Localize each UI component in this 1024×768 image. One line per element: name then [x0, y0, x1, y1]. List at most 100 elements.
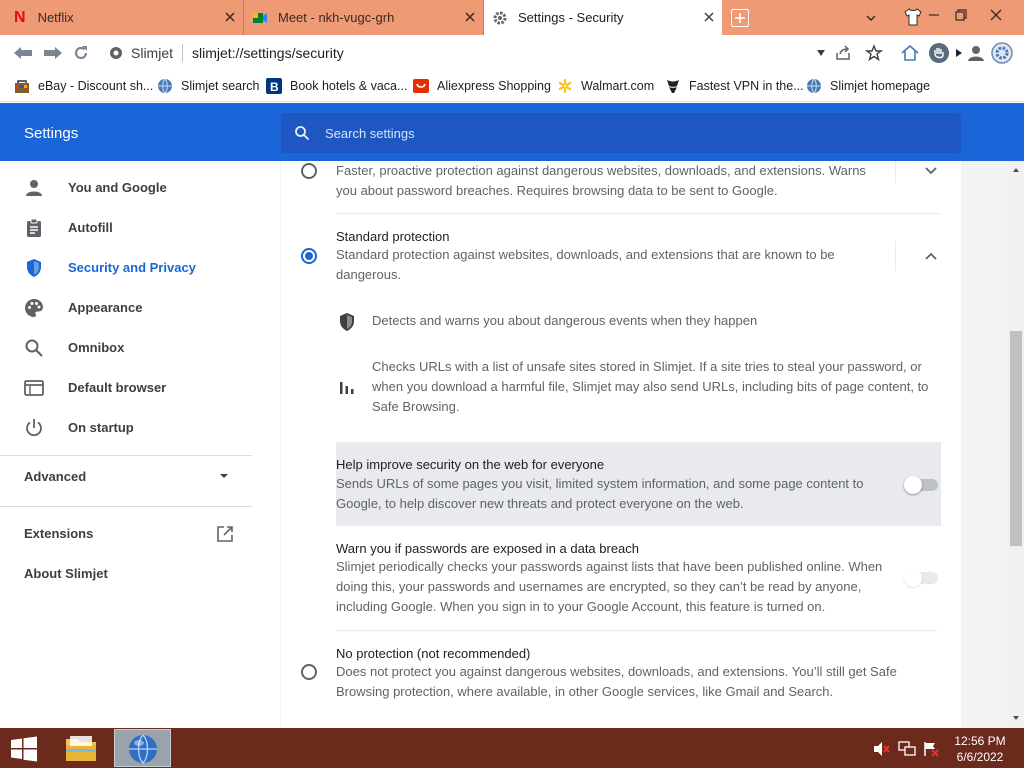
tab-meet[interactable]: Meet - nkh-vugc-grh — [244, 0, 484, 35]
tab-netflix[interactable]: N Netflix — [0, 0, 244, 35]
enhanced-protection-description: Faster, proactive protection against dan… — [336, 163, 866, 198]
detail-checks-urls: Checks URLs with a list of unsafe sites … — [372, 359, 929, 414]
scroll-thumb[interactable] — [1010, 331, 1022, 546]
home-icon[interactable] — [900, 44, 920, 62]
sidebar-item-autofill[interactable]: Autofill — [0, 208, 260, 248]
close-icon[interactable] — [702, 10, 716, 24]
bookmark-ebay[interactable]: eBay - Discount sh... — [14, 78, 153, 94]
sidebar-item-appearance[interactable]: Appearance — [0, 288, 260, 328]
sidebar-item-label: Default browser — [68, 380, 167, 395]
bookmark-slimjet-homepage[interactable]: Slimjet homepage — [806, 78, 930, 94]
window-close-button[interactable] — [985, 4, 1007, 26]
no-protection-radio[interactable] — [301, 664, 317, 680]
help-improve-toggle[interactable] — [904, 476, 938, 494]
adblock-hand-icon[interactable] — [928, 42, 950, 64]
globe-icon — [807, 78, 821, 94]
sidebar-item-about[interactable]: About Slimjet — [0, 554, 252, 594]
site-info-icon[interactable] — [109, 46, 123, 60]
person-icon — [26, 180, 42, 196]
expand-divider — [895, 241, 896, 271]
restore-icon — [955, 9, 967, 21]
sidebar-item-security-and-privacy[interactable]: Security and Privacy — [0, 248, 260, 288]
bookmark-aliexpress[interactable]: Aliexpress Shopping — [413, 78, 551, 94]
close-icon[interactable] — [463, 10, 477, 24]
forward-arrow-icon[interactable] — [42, 45, 64, 61]
file-explorer-icon[interactable] — [64, 733, 98, 763]
play-arrow-icon[interactable] — [955, 48, 963, 58]
chevron-up-icon[interactable] — [924, 251, 938, 261]
clipboard-icon — [27, 218, 41, 237]
shirt-icon[interactable] — [903, 8, 923, 26]
search-input[interactable] — [325, 123, 925, 143]
dropdown-arrow-icon[interactable] — [816, 49, 826, 57]
sidebar-item-label: Security and Privacy — [68, 260, 196, 275]
browser-icon — [24, 380, 44, 396]
chevron-down-icon[interactable] — [924, 166, 938, 176]
sidebar-item-label: Appearance — [68, 300, 143, 315]
external-link-icon — [217, 526, 233, 542]
sidebar-item-label: About Slimjet — [24, 566, 108, 581]
sidebar-item-you-and-google[interactable]: You and Google — [0, 168, 260, 208]
sidebar: You and Google Autofill Security and Pri… — [0, 161, 280, 728]
minimize-button[interactable] — [923, 4, 945, 26]
password-breach-description: Slimjet periodically checks your passwor… — [336, 559, 883, 614]
star-icon[interactable] — [865, 44, 883, 62]
standard-protection-radio[interactable] — [301, 248, 317, 264]
restore-button[interactable] — [950, 4, 972, 26]
bookmark-label: Book hotels & vaca... — [290, 79, 408, 93]
bookmark-walmart[interactable]: Walmart.com — [557, 78, 654, 94]
omnibox-url[interactable]: slimjet://settings/security — [192, 45, 344, 61]
bookmark-label: Walmart.com — [581, 79, 655, 93]
bookmark-vpn[interactable]: Fastest VPN in the... — [665, 78, 804, 94]
enhanced-protection-radio[interactable] — [301, 163, 317, 179]
chevron-down-icon[interactable] — [865, 12, 877, 24]
new-tab-button[interactable] — [731, 9, 749, 27]
sidebar-item-extensions[interactable]: Extensions — [0, 514, 252, 554]
walmart-icon — [558, 78, 572, 94]
help-improve-title: Help improve security on the web for eve… — [336, 457, 605, 472]
ebay-icon — [15, 80, 29, 93]
expand-divider — [895, 161, 896, 183]
password-breach-toggle[interactable] — [904, 569, 938, 587]
help-improve-row[interactable]: Help improve security on the web for eve… — [336, 442, 941, 526]
back-arrow-icon[interactable] — [12, 45, 34, 61]
bar-chart-icon — [340, 382, 354, 394]
system-clock[interactable]: 12:56 PM 6/6/2022 — [948, 733, 1012, 765]
network-icon[interactable] — [898, 741, 916, 757]
toggle-knob — [904, 569, 922, 587]
sidebar-item-advanced[interactable]: Advanced — [0, 456, 252, 496]
bookmark-label: Aliexpress Shopping — [437, 79, 551, 93]
close-icon[interactable] — [223, 10, 237, 24]
taskbar-slimjet-button[interactable] — [114, 729, 171, 767]
row-divider — [336, 213, 941, 214]
search-box[interactable] — [281, 113, 961, 153]
help-improve-description: Sends URLs of some pages you visit, limi… — [336, 476, 864, 511]
share-icon[interactable] — [834, 44, 852, 62]
scroll-down-arrow-icon[interactable] — [1012, 715, 1020, 721]
tab-settings[interactable]: Settings - Security — [484, 0, 722, 35]
sidebar-item-omnibox[interactable]: Omnibox — [0, 328, 260, 368]
bookmark-slimjet-search[interactable]: Slimjet search — [157, 78, 260, 94]
sidebar-item-on-startup[interactable]: On startup — [0, 408, 260, 448]
profile-icon[interactable] — [966, 43, 986, 63]
netflix-icon: N — [14, 8, 26, 26]
menu-gear-icon[interactable] — [990, 41, 1014, 65]
bookmarks-bar: eBay - Discount sh... Slimjet search B B… — [0, 72, 1024, 102]
booking-icon: B — [266, 78, 282, 94]
scrollbar[interactable] — [1008, 161, 1024, 728]
sidebar-item-default-browser[interactable]: Default browser — [0, 368, 260, 408]
palette-icon — [25, 299, 43, 317]
sidebar-item-label: Advanced — [24, 469, 87, 484]
tab-title: Meet - nkh-vugc-grh — [278, 10, 395, 25]
tab-title: Netflix — [37, 10, 74, 25]
sidebar-item-label: Omnibox — [68, 340, 125, 355]
windows-start-icon[interactable] — [10, 736, 38, 762]
action-center-flag-icon[interactable] — [922, 741, 940, 757]
scroll-up-arrow-icon[interactable] — [1012, 167, 1020, 173]
password-breach-title: Warn you if passwords are exposed in a d… — [336, 541, 640, 556]
bookmark-booking[interactable]: B Book hotels & vaca... — [266, 78, 407, 94]
minimize-icon — [929, 14, 939, 16]
reload-icon[interactable] — [72, 44, 90, 62]
volume-muted-icon[interactable] — [873, 741, 891, 757]
svg-text:B: B — [270, 80, 279, 94]
